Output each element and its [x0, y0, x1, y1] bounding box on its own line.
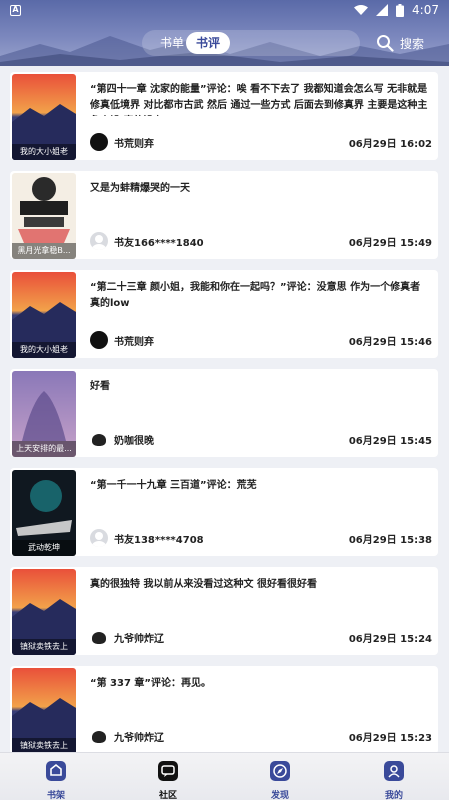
book-cover[interactable]: 上天安排的最... [12, 371, 76, 457]
avatar[interactable] [90, 232, 108, 250]
avatar[interactable] [90, 529, 108, 547]
bottom-tab-bar: 书架 社区 发现 我的 [0, 752, 449, 800]
review-date: 06月29日 15:49 [348, 237, 432, 249]
review-card[interactable]: 上天安排的最... 好看 奶咖很晚 06月29日 15:45 [10, 369, 438, 457]
tab-label: 书架 [46, 791, 65, 800]
book-cover[interactable]: 镇狱卖铁去上 [12, 668, 76, 752]
search-label: 搜索 [400, 36, 425, 51]
tab-label: 发现 [270, 791, 289, 800]
avatar[interactable] [90, 430, 108, 448]
tab-label: 社区 [158, 791, 177, 800]
cover-caption: 镇狱卖铁去上 [12, 738, 76, 752]
review-meta: 奶咖很晚 06月29日 15:45 [90, 429, 432, 449]
search-button[interactable]: 搜索 [376, 31, 424, 55]
avatar[interactable] [90, 133, 108, 151]
review-text: 又是为蚌精爆哭的一天 [90, 183, 190, 194]
avatar[interactable] [90, 727, 108, 745]
notification-icon: A [10, 4, 21, 16]
username[interactable]: 九爷帅炸辽 [114, 630, 349, 645]
cover-caption: 镇狱卖铁去上 [12, 639, 76, 655]
profile-icon [384, 761, 404, 781]
review-meta: 书荒则弃 06月29日 15:46 [90, 330, 432, 350]
review-text: “第一千一十九章 三百道”评论：荒芜 [90, 480, 257, 491]
discover-icon [270, 761, 290, 781]
username[interactable]: 书友166****1840 [114, 234, 349, 249]
review-card[interactable]: 镇狱卖铁去上 真的很独特 我以前从来没看过这种文 很好看很好看 九爷帅炸辽 06… [10, 567, 438, 655]
review-text: “第四十一章 沈家的能量”评论：唉 看不下去了 我都知道会怎么写 无非就是修真低… [90, 84, 428, 111]
review-text: 好看 [90, 381, 110, 392]
username[interactable]: 书荒则弃 [114, 333, 349, 348]
review-text: “第 337 章”评论：再见。 [90, 678, 211, 689]
review-list: 我的大小姐老 “第四十一章 沈家的能量”评论：唉 看不下去了 我都知道会怎么写 … [0, 66, 449, 752]
book-cover[interactable]: 镇狱卖铁去上 [12, 569, 76, 655]
review-meta: 九爷帅炸辽 06月29日 15:23 [90, 726, 432, 746]
wifi-icon [354, 4, 369, 15]
review-meta: 书荒则弃 06月29日 16:02 [90, 132, 432, 152]
review-meta: 书友166****1840 06月29日 15:49 [90, 231, 432, 251]
review-card[interactable]: 武动乾坤 “第一千一十九章 三百道”评论：荒芜 书友138****4708 06… [10, 468, 438, 556]
cover-caption: 上天安排的最... [12, 441, 76, 457]
review-date: 06月29日 15:23 [348, 732, 432, 744]
battery-icon [396, 3, 405, 17]
review-meta: 书友138****4708 06月29日 15:38 [90, 528, 432, 548]
review-meta: 九爷帅炸辽 06月29日 15:24 [90, 627, 432, 647]
bookshelf-icon [46, 761, 66, 781]
cover-caption: 我的大小姐老 [12, 342, 76, 358]
book-cover[interactable]: 我的大小姐老 [12, 74, 76, 160]
status-bar: A 4:07 [0, 0, 449, 20]
review-card[interactable]: 我的大小姐老 “第二十三章 颜小姐，我能和你在一起吗？”评论：没意思 作为一个修… [10, 270, 438, 358]
cover-caption: 武动乾坤 [12, 540, 76, 556]
tab-book-reviews[interactable]: 书评 [186, 32, 231, 54]
review-card[interactable]: 镇狱卖铁去上 “第 337 章”评论：再见。 九爷帅炸辽 06月29日 15:2… [10, 666, 438, 752]
clock: 4:07 [412, 3, 439, 17]
cover-caption: 黑月光拿稳B... [12, 243, 76, 259]
signal-icon [376, 4, 389, 16]
avatar[interactable] [90, 628, 108, 646]
book-cover[interactable]: 武动乾坤 [12, 470, 76, 556]
tab-bookshelf[interactable]: 书架 [26, 759, 86, 800]
tab-discover[interactable]: 发现 [250, 759, 310, 800]
review-date: 06月29日 15:45 [348, 435, 432, 447]
review-date: 06月29日 15:38 [348, 534, 432, 546]
review-text: “第二十三章 颜小姐，我能和你在一起吗？”评论：没意思 作为一个修真者 真的lo… [90, 282, 421, 309]
book-cover[interactable]: 黑月光拿稳B... [12, 173, 76, 259]
username[interactable]: 书友138****4708 [114, 531, 349, 546]
username[interactable]: 九爷帅炸辽 [114, 729, 349, 744]
tab-profile[interactable]: 我的 [364, 759, 424, 800]
username[interactable]: 书荒则弃 [114, 135, 349, 150]
search-icon [377, 35, 394, 52]
review-date: 06月29日 16:02 [348, 138, 432, 150]
book-cover[interactable]: 我的大小姐老 [12, 272, 76, 358]
review-text: 真的很独特 我以前从来没看过这种文 很好看很好看 [90, 579, 317, 590]
tab-label: 我的 [384, 791, 403, 800]
top-navigation: 书单 书评 搜索 [0, 28, 449, 58]
header-banner: A 4:07 书单 书评 搜索 [0, 0, 449, 66]
review-date: 06月29日 15:46 [348, 336, 432, 348]
avatar[interactable] [90, 331, 108, 349]
review-card[interactable]: 我的大小姐老 “第四十一章 沈家的能量”评论：唉 看不下去了 我都知道会怎么写 … [10, 72, 438, 160]
review-date: 06月29日 15:24 [348, 633, 432, 645]
tab-community[interactable]: 社区 [138, 759, 198, 800]
cover-caption: 我的大小姐老 [12, 144, 76, 160]
review-card[interactable]: 黑月光拿稳B... 又是为蚌精爆哭的一天 书友166****1840 06月29… [10, 171, 438, 259]
username[interactable]: 奶咖很晚 [114, 432, 349, 447]
community-icon [158, 761, 178, 781]
